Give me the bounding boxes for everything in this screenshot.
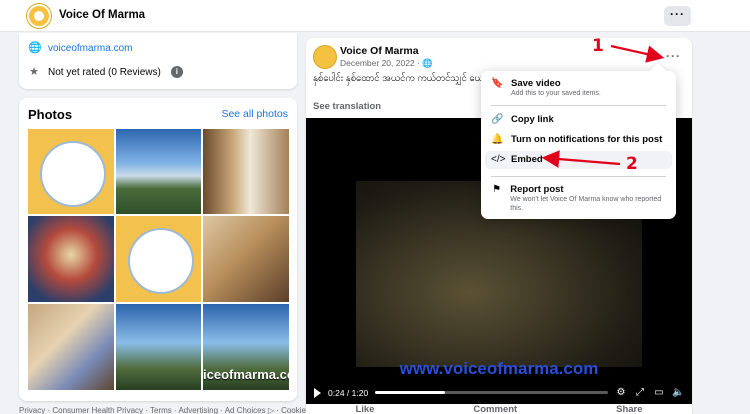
video-watermark: www.voiceofmarma.com	[399, 359, 599, 378]
post-more-icon[interactable]: ···	[666, 49, 681, 63]
post-options-menu: 🔖 Save video Add this to your saved item…	[481, 71, 676, 219]
page-logo[interactable]	[27, 4, 51, 28]
post-author[interactable]: Voice Of Marma	[340, 45, 419, 57]
photos-card: Photos See all photos iceofmarma.co	[19, 98, 297, 401]
video-controls: 0:24 / 1:20 ⚙ ⤢ ▭ 🔈	[306, 381, 692, 404]
bell-icon: 🔔	[491, 134, 504, 145]
menu-item-report[interactable]: ⚑ Report post We won't let Voice Of Marm…	[485, 181, 672, 216]
menu-item-notifications[interactable]: 🔔 Turn on notifications for this post	[485, 131, 672, 149]
video-progress-fill	[375, 391, 446, 394]
menu-divider	[491, 176, 666, 177]
info-icon[interactable]: i	[170, 66, 183, 78]
website-row: 🌐 voiceofmarma.com	[28, 42, 132, 54]
photo-thumbnail[interactable]: iceofmarma.co	[203, 304, 289, 390]
menu-divider	[491, 105, 666, 106]
photo-thumbnail[interactable]	[116, 304, 201, 390]
photo-thumbnail[interactable]	[116, 129, 201, 214]
menu-item-embed[interactable]: </> Embed	[485, 151, 672, 169]
photo-thumbnail[interactable]	[203, 216, 289, 302]
see-translation-link[interactable]: See translation	[313, 101, 381, 112]
video-progress-bar[interactable]	[375, 391, 608, 394]
photo-thumbnail[interactable]	[28, 304, 114, 390]
bookmark-icon: 🔖	[491, 78, 504, 89]
website-link[interactable]: voiceofmarma.com	[48, 43, 132, 54]
footer-links[interactable]: Privacy · Consumer Health Privacy · Term…	[19, 406, 315, 414]
post-date[interactable]: December 20, 2022 · 🌐	[340, 58, 433, 69]
star-icon: ★	[29, 66, 39, 78]
photo-grid: iceofmarma.co	[28, 129, 289, 390]
menu-item-label: Report post	[510, 184, 564, 195]
intro-card: 🌐 voiceofmarma.com ★ Not yet rated (0 Re…	[19, 33, 297, 89]
like-button[interactable]: Like	[355, 404, 374, 414]
code-icon: </>	[491, 154, 506, 165]
menu-item-copy-link[interactable]: 🔗 Copy link	[485, 111, 672, 129]
rating-text: Not yet rated (0 Reviews)	[48, 66, 161, 78]
photos-heading: Photos	[28, 107, 73, 122]
photo-thumbnail[interactable]	[28, 216, 114, 302]
menu-item-label: Embed	[511, 154, 543, 165]
see-all-photos-link[interactable]: See all photos	[221, 108, 288, 120]
share-button[interactable]: Share	[616, 404, 642, 414]
annotation-number-1: 1	[592, 36, 604, 56]
photo-thumbnail[interactable]	[28, 129, 114, 214]
annotation-number-2: 2	[626, 154, 638, 174]
rating-row: ★ Not yet rated (0 Reviews) i	[28, 66, 183, 78]
fullscreen-icon[interactable]: ⤢	[634, 387, 646, 398]
menu-item-save-video[interactable]: 🔖 Save video Add this to your saved item…	[485, 75, 672, 101]
menu-item-label: Save video	[511, 78, 561, 89]
page-more-button[interactable]: ···	[664, 6, 691, 26]
page-title[interactable]: Voice Of Marma	[59, 9, 145, 21]
post-avatar[interactable]	[313, 45, 337, 69]
page-header: Voice Of Marma ···	[0, 0, 750, 32]
menu-item-description: Add this to your saved items.	[511, 90, 601, 97]
volume-icon[interactable]: 🔈	[672, 387, 684, 398]
post-actions: Like Comment Share	[306, 404, 692, 414]
video-time: 0:24 / 1:20	[328, 387, 369, 398]
menu-item-label: Turn on notifications for this post	[511, 134, 663, 145]
photo-thumbnail[interactable]	[203, 129, 289, 214]
settings-icon[interactable]: ⚙	[615, 387, 627, 398]
photo-thumbnail[interactable]	[116, 216, 201, 302]
menu-item-label: Copy link	[511, 114, 554, 125]
pip-icon[interactable]: ▭	[653, 387, 665, 398]
comment-button[interactable]: Comment	[473, 404, 517, 414]
photo-caption: iceofmarma.co	[203, 367, 289, 382]
play-icon[interactable]	[314, 387, 321, 398]
link-icon: 🔗	[491, 114, 504, 125]
menu-item-description: We won't let Voice Of Marma know who rep…	[510, 196, 662, 212]
report-icon: ⚑	[492, 184, 502, 195]
globe-icon: 🌐	[28, 42, 42, 54]
